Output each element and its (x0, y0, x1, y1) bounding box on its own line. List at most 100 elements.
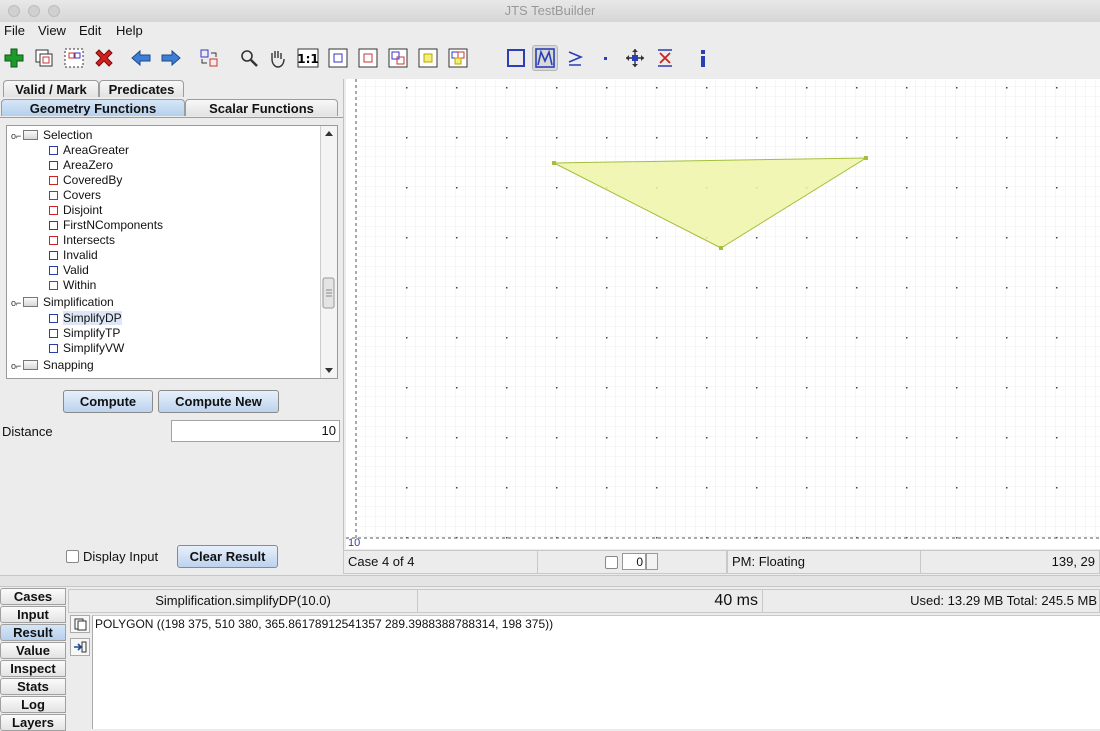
spinner-checkbox[interactable] (605, 556, 618, 569)
grid-dot (756, 387, 758, 389)
tree-item-simplifydp[interactable]: SimplifyDP (49, 311, 122, 326)
tree-item-covers[interactable]: Covers (49, 188, 101, 203)
grid-dot (406, 287, 408, 289)
tree-folder-label: Simplification (43, 295, 114, 309)
tab-result[interactable]: Result (0, 624, 66, 641)
tab-input[interactable]: Input (0, 606, 66, 623)
tree-item-coveredby[interactable]: CoveredBy (49, 173, 122, 188)
previous-case-button[interactable] (128, 45, 154, 71)
draw-linestring-button[interactable] (532, 45, 558, 71)
compute-button[interactable]: Compute (63, 390, 153, 413)
tree-item-simplifytp[interactable]: SimplifyTP (49, 326, 120, 341)
tree-item-invalid[interactable]: Invalid (49, 248, 98, 263)
compute-new-button[interactable]: Compute New (158, 390, 279, 413)
grid-dot (406, 487, 408, 489)
add-case-button[interactable] (1, 45, 27, 71)
move-vertex-icon (626, 49, 644, 67)
tree-folder-selection[interactable]: o⌐ Selection (11, 128, 92, 143)
result-to-input-button[interactable] (70, 638, 90, 656)
tree-item-label: FirstNComponents (63, 218, 164, 232)
exchange-geometries-button[interactable] (196, 45, 222, 71)
zoom-one-to-one-button[interactable]: 1:1 (295, 45, 321, 71)
grid-dot (506, 437, 508, 439)
geometry-canvas[interactable]: 10 (346, 79, 1100, 549)
grid-dot (956, 237, 958, 239)
tab-cases[interactable]: Cases (0, 588, 66, 605)
delete-vertex-button[interactable] (652, 45, 678, 71)
spinner-field[interactable]: 0 (622, 553, 646, 570)
collapse-handle-icon[interactable]: o⌐ (11, 359, 21, 374)
edit-vertex-button[interactable] (622, 45, 648, 71)
grid-dot (906, 387, 908, 389)
zoom-button[interactable] (236, 45, 262, 71)
polygon-vertex[interactable] (552, 161, 556, 165)
grid-dot (556, 187, 558, 189)
tab-log[interactable]: Log (0, 696, 66, 713)
polygon-vertex[interactable] (719, 246, 723, 250)
function-tree[interactable]: o⌐ Selection AreaGreater AreaZero Covered… (6, 125, 338, 379)
spinner-arrows-icon[interactable] (646, 553, 658, 570)
tab-layers[interactable]: Layers (0, 714, 66, 731)
grid-dot (1056, 437, 1058, 439)
tree-folder-simplification[interactable]: o⌐ Simplification (11, 295, 114, 310)
result-wkt-text[interactable]: POLYGON ((198 375, 510 380, 365.86178912… (92, 615, 1100, 729)
pan-button[interactable] (264, 45, 290, 71)
tree-item-areazero[interactable]: AreaZero (49, 158, 113, 173)
display-input-toggle[interactable]: Display Input (66, 549, 158, 564)
folder-icon (23, 297, 38, 307)
tree-folder-snapping[interactable]: o⌐ Snapping (11, 358, 94, 373)
display-input-checkbox[interactable] (66, 550, 79, 563)
tree-item-areagreater[interactable]: AreaGreater (49, 143, 129, 158)
tree-item-disjoint[interactable]: Disjoint (49, 203, 102, 218)
tree-item-firstncomponents[interactable]: FirstNComponents (49, 218, 163, 233)
grid-dot (606, 437, 608, 439)
tab-geometry-functions[interactable]: Geometry Functions (1, 99, 185, 116)
menu-edit[interactable]: Edit (79, 23, 101, 38)
polygon-vertex[interactable] (864, 156, 868, 160)
draw-point-button[interactable] (592, 45, 618, 71)
distance-field[interactable]: 10 (171, 420, 340, 442)
arrow-in-icon (74, 641, 87, 653)
copy-case-button[interactable] (31, 45, 57, 71)
unary-function-icon (49, 329, 58, 338)
zoom-to-input-a-button[interactable] (355, 45, 381, 71)
menu-view[interactable]: View (38, 23, 66, 38)
tab-value[interactable]: Value (0, 642, 66, 659)
zoom-to-all-button[interactable] (445, 45, 471, 71)
delete-case-button[interactable] (91, 45, 117, 71)
copy-result-button[interactable] (61, 45, 87, 71)
split-divider[interactable] (0, 575, 1100, 587)
collapse-handle-icon[interactable]: o⌐ (11, 129, 21, 144)
tab-valid-mark[interactable]: Valid / Mark (3, 80, 99, 97)
draw-line-button[interactable] (562, 45, 588, 71)
collapse-handle-icon[interactable]: o⌐ (11, 296, 21, 311)
tree-item-intersects[interactable]: Intersects (49, 233, 115, 248)
tab-inspect[interactable]: Inspect (0, 660, 66, 677)
tab-predicates[interactable]: Predicates (99, 80, 184, 97)
grid-dot (706, 487, 708, 489)
zoom-to-result-button[interactable] (415, 45, 441, 71)
grid-dot (456, 387, 458, 389)
clear-result-button[interactable]: Clear Result (177, 545, 278, 568)
tree-item-simplifyvw[interactable]: SimplifyVW (49, 341, 124, 356)
info-button[interactable] (690, 45, 716, 71)
grid-dot (406, 187, 408, 189)
menu-help[interactable]: Help (116, 23, 143, 38)
draw-polygon-button[interactable] (503, 45, 529, 71)
zoom-to-full-button[interactable] (325, 45, 351, 71)
scroll-up-icon[interactable] (325, 131, 333, 136)
status-bar: Case 4 of 4 0 PM: Floating 139, 29 (343, 550, 1100, 574)
tree-item-within[interactable]: Within (49, 278, 96, 293)
grid-dot (906, 87, 908, 89)
tree-item-valid[interactable]: Valid (49, 263, 89, 278)
menu-file[interactable]: File (4, 23, 25, 38)
zoom-to-input-button[interactable] (385, 45, 411, 71)
grid-dot (806, 337, 808, 339)
copy-result-text-button[interactable] (70, 615, 90, 633)
tab-stats[interactable]: Stats (0, 678, 66, 695)
grid-dot (406, 87, 408, 89)
next-case-button[interactable] (158, 45, 184, 71)
tree-scrollbar[interactable] (320, 126, 337, 378)
scroll-down-icon[interactable] (325, 368, 333, 373)
tab-scalar-functions[interactable]: Scalar Functions (185, 99, 338, 116)
